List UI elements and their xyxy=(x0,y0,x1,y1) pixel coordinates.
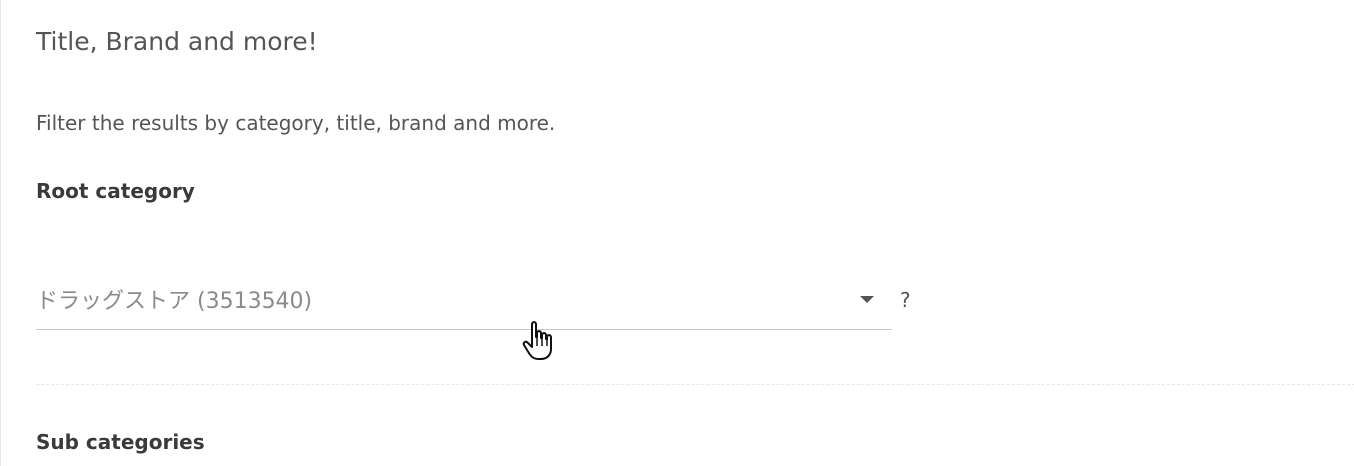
root-category-help-icon[interactable]: ? xyxy=(900,287,911,313)
sub-categories-label: Sub categories xyxy=(36,430,205,454)
caret-down-icon[interactable] xyxy=(860,296,874,303)
filter-panel: Title, Brand and more! Filter the result… xyxy=(0,0,1354,466)
section-divider xyxy=(36,384,1354,385)
section-title: Title, Brand and more! xyxy=(36,27,318,56)
root-category-label: Root category xyxy=(36,179,195,203)
root-category-select[interactable]: ドラッグストア (3513540) xyxy=(36,280,892,330)
section-description: Filter the results by category, title, b… xyxy=(36,111,556,135)
root-category-selected-value: ドラッグストア (3513540) xyxy=(36,289,313,314)
